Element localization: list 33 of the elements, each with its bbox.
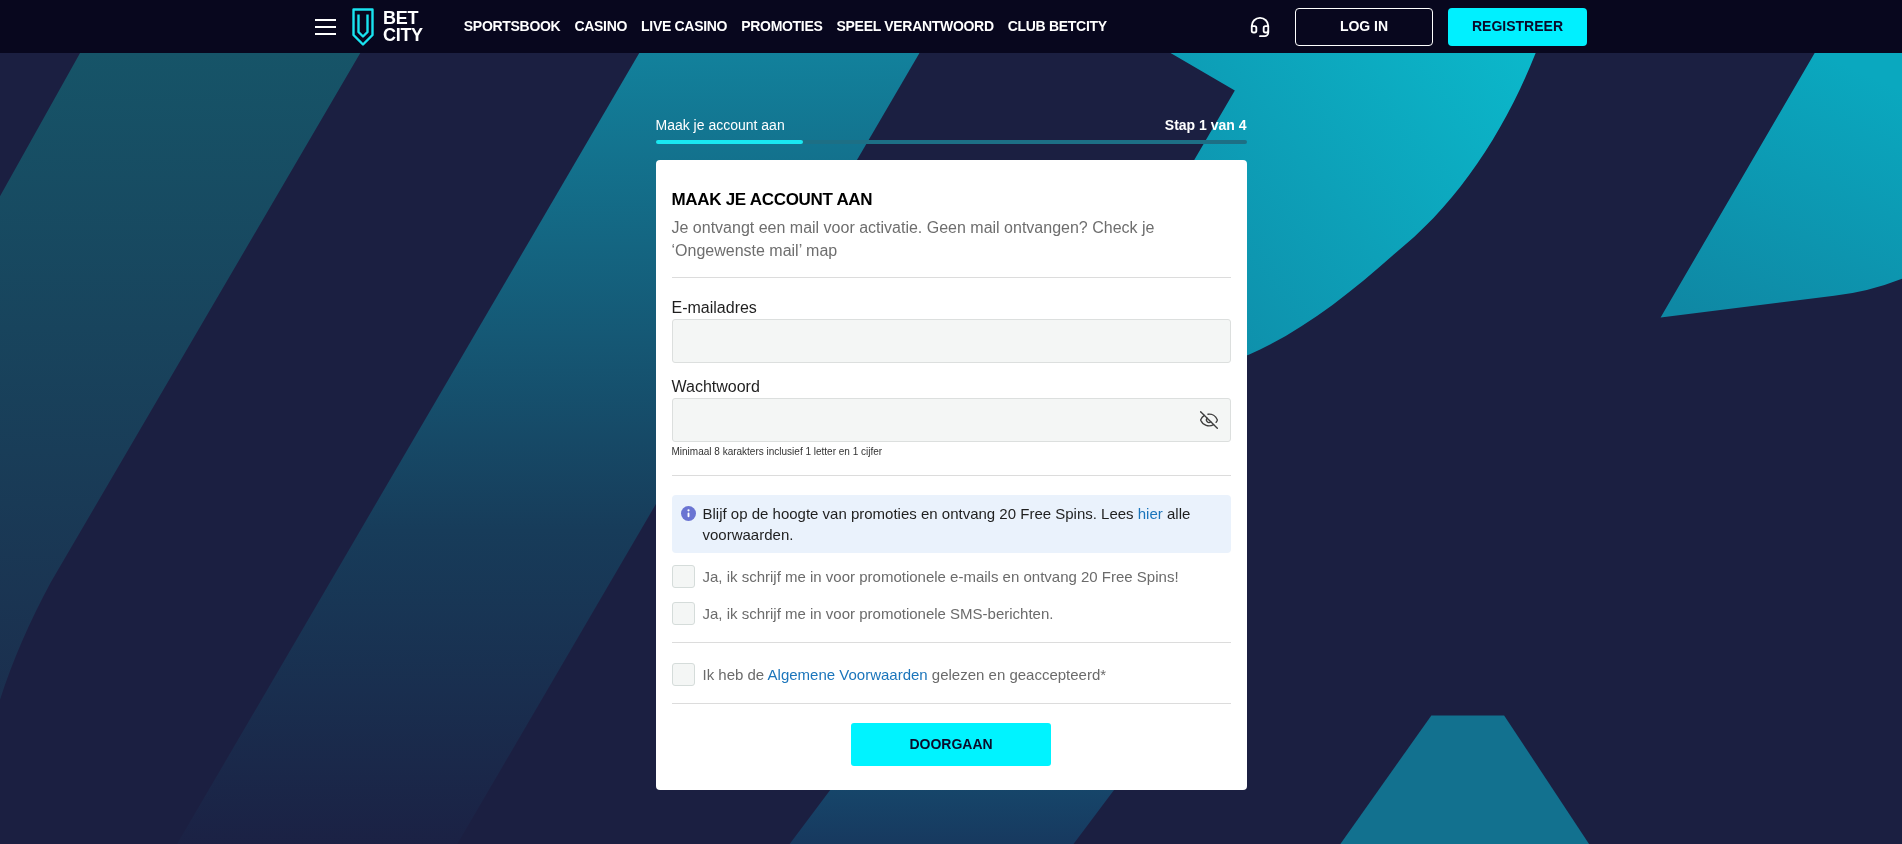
checkbox-label: Ja, ik schrijf me in voor promotionele e-mails en ontvang 20 Free Spins! (702, 566, 1179, 587)
checkbox[interactable] (671, 663, 695, 686)
continue-button[interactable]: DOORGAAN (851, 723, 1051, 766)
nav-link[interactable]: CASINO (574, 16, 628, 37)
checkbox[interactable] (671, 602, 695, 625)
info-text: Blijf op de hoogte van promoties en ontvang 20 Free Spins. Lees hier alle voorwaarden. (702, 504, 1192, 545)
checkbox-label: Ja, ik schrijf me in voor promotionele SMS-berichten. (702, 603, 1054, 624)
shield-logo-icon[interactable] (352, 7, 374, 46)
terms-link[interactable]: Algemene Voorwaarden (767, 665, 928, 683)
checkbox-label: Ik heb de Algemene Voorwaarden gelezen en geaccepteerd* (702, 664, 1107, 685)
login-button[interactable]: LOG IN (1295, 7, 1433, 46)
nav-link[interactable]: SPORTSBOOK (463, 16, 561, 37)
checkbox[interactable] (671, 565, 695, 588)
info-icon (680, 506, 696, 521)
form-title: MAAK JE ACCOUNT AAN (671, 189, 874, 211)
email-input-field[interactable] (671, 319, 1231, 363)
form-subtitle: Je ontvangt een mail voor activatie. Geen mail ontvangen? Check je ‘Ongewenste mail’ map (671, 218, 1156, 261)
nav-link[interactable]: PROMOTIES (741, 16, 823, 37)
menu-icon[interactable] (315, 18, 336, 35)
step-counter: Stap 1 van 4 (1164, 116, 1247, 134)
eye-off-icon[interactable] (1198, 410, 1219, 430)
field-label: Wachtwoord (671, 377, 761, 397)
nav-link[interactable]: SPEEL VERANTWOORD (836, 16, 994, 37)
info-link[interactable]: hier (1137, 505, 1163, 522)
password-input-field[interactable] (671, 398, 1231, 442)
nav-link[interactable]: LIVE CASINO (641, 16, 728, 37)
field-hint: Minimaal 8 karakters inclusief 1 letter en 1 cijfer (671, 445, 884, 458)
nav-link[interactable]: CLUB BETCITY (1007, 16, 1107, 37)
field-label: E-mailadres (671, 298, 758, 318)
logo-wordmark[interactable]: BET CITY (383, 9, 423, 44)
register-button[interactable]: REGISTREER (1448, 7, 1587, 46)
step-title: Maak je account aan (655, 116, 785, 134)
headset-icon[interactable] (1249, 14, 1271, 39)
